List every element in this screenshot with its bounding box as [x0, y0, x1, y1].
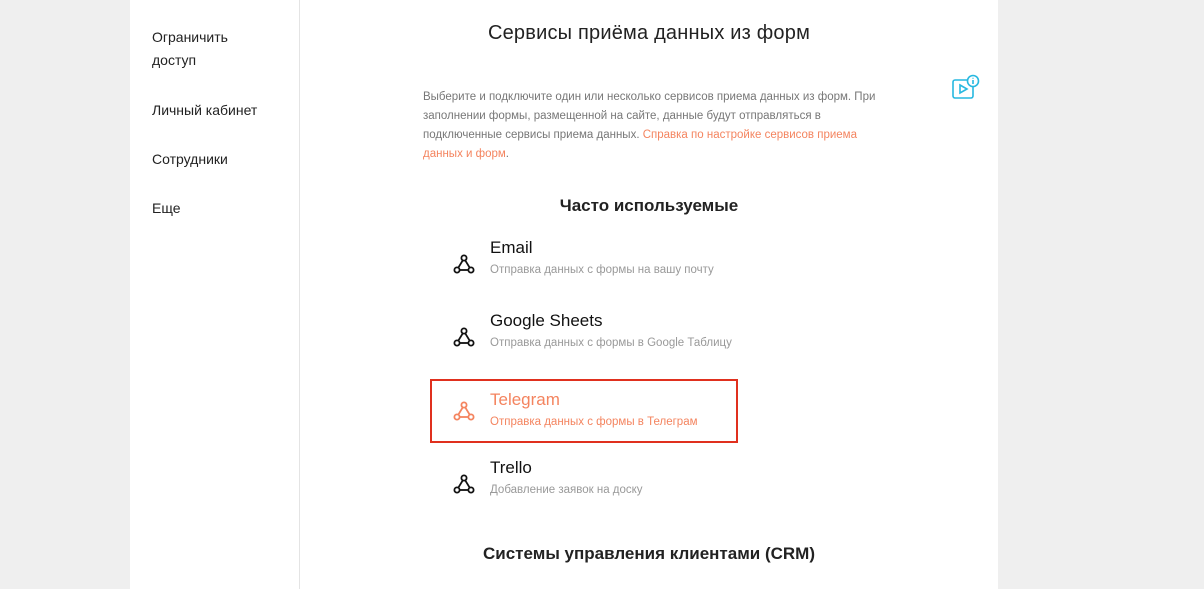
connection-icon: [453, 401, 475, 421]
service-title: Google Sheets: [490, 311, 603, 330]
service-subtitle: Отправка данных с формы в Телеграм: [490, 416, 698, 428]
service-title: Email: [490, 238, 533, 257]
service-trello[interactable]: Trello Добавление заявок на доску: [430, 452, 738, 516]
service-subtitle: Отправка данных с формы на вашу почту: [490, 264, 714, 276]
service-google-sheets[interactable]: Google Sheets Отправка данных с формы в …: [430, 305, 738, 369]
connection-icon: [453, 327, 475, 347]
service-email[interactable]: Email Отправка данных с формы на вашу по…: [430, 232, 738, 296]
service-subtitle: Добавление заявок на доску: [490, 484, 643, 496]
description: Выберите и подключите один или несколько…: [423, 88, 878, 164]
section-title-frequent: Часто используемые: [559, 196, 739, 215]
sidebar-item-restrict-access[interactable]: Ограничить доступ: [152, 26, 272, 72]
video-info-icon[interactable]: [950, 74, 980, 104]
page-title: Сервисы приёма данных из форм: [487, 22, 811, 44]
sidebar-item-employees[interactable]: Сотрудники: [152, 148, 272, 171]
sidebar-item-more[interactable]: Еще: [152, 197, 272, 220]
sidebar-item-personal-account[interactable]: Личный кабинет: [152, 99, 272, 122]
settings-panel: Ограничить доступ Личный кабинет Сотрудн…: [130, 0, 998, 589]
service-subtitle: Отправка данных с формы в Google Таблицу: [490, 337, 732, 349]
service-telegram[interactable]: Telegram Отправка данных с формы в Телег…: [430, 379, 738, 443]
service-title: Telegram: [490, 390, 560, 409]
sidebar: Ограничить доступ Личный кабинет Сотрудн…: [130, 0, 300, 589]
connection-icon: [453, 254, 475, 274]
description-end: .: [505, 148, 509, 160]
connection-icon: [453, 474, 475, 494]
main-content: Сервисы приёма данных из форм Выберите и…: [300, 0, 998, 589]
service-title: Trello: [490, 458, 532, 477]
section-title-crm: Системы управления клиентами (CRM): [483, 544, 815, 563]
